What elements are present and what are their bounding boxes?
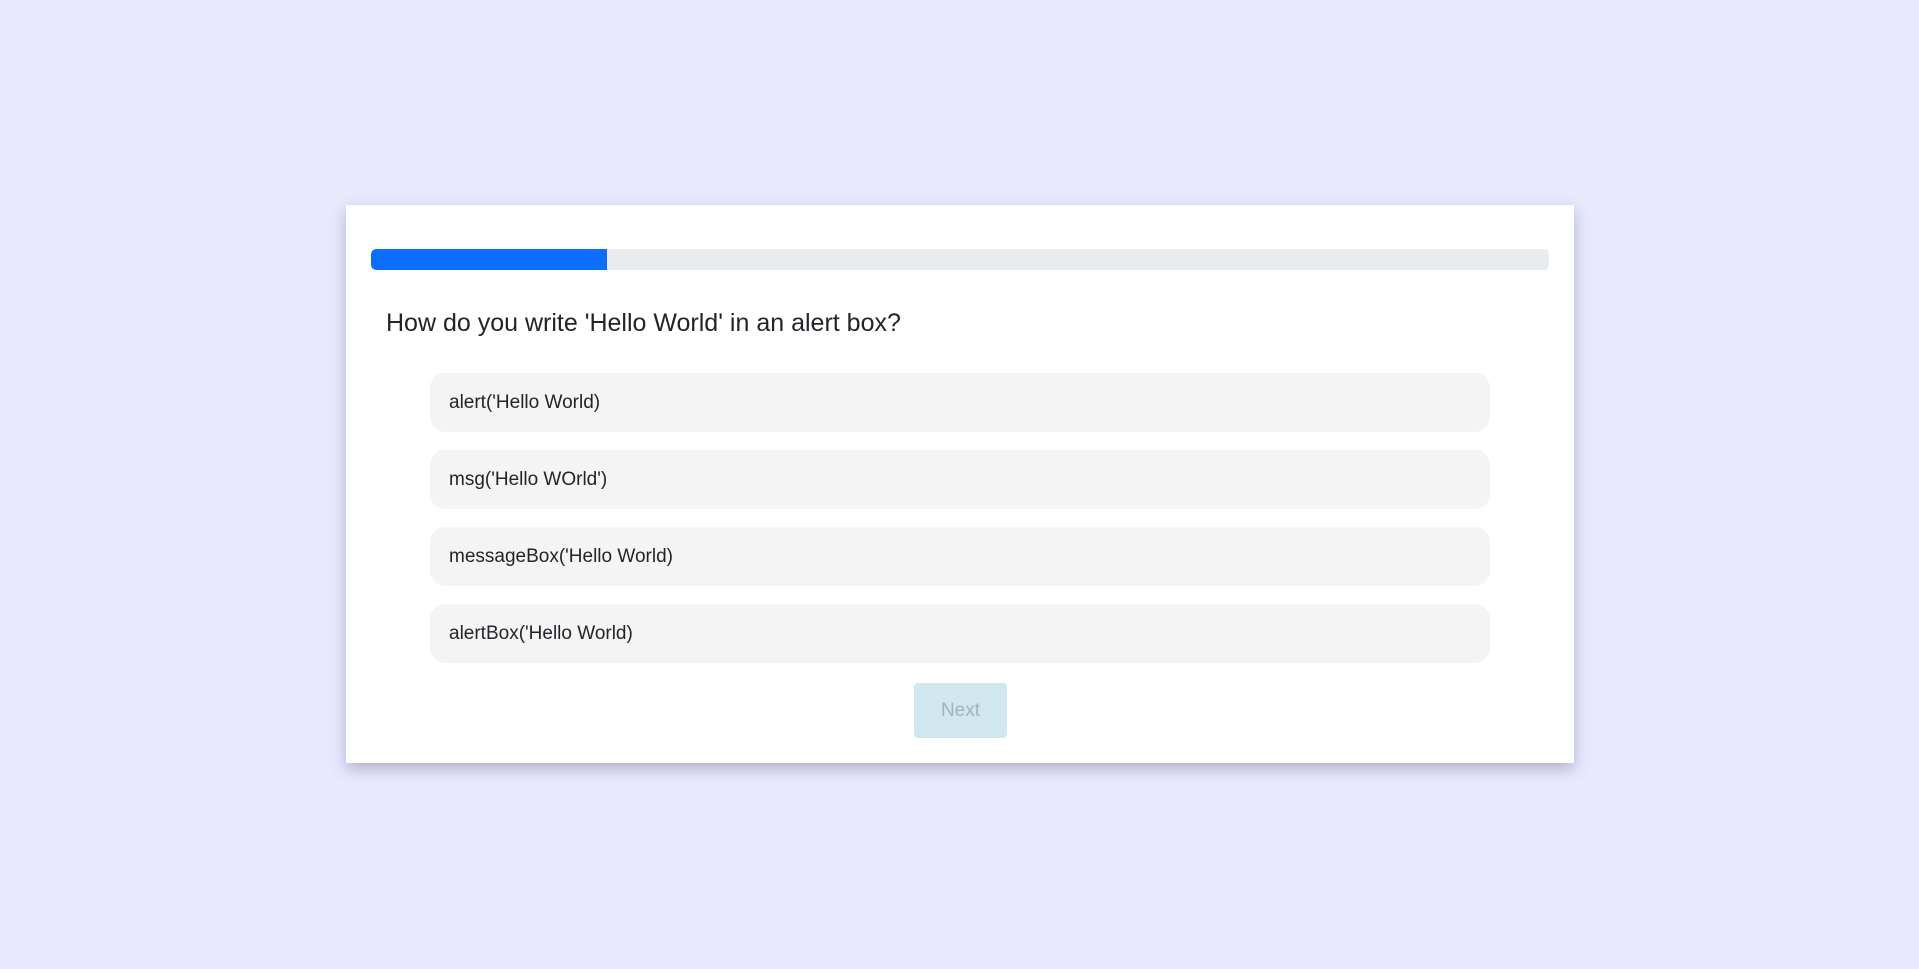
question-text: How do you write 'Hello World' in an ale… <box>386 309 901 337</box>
answer-option-1[interactable]: alert('Hello World) <box>430 373 1490 432</box>
answer-option-4[interactable]: alertBox('Hello World) <box>430 604 1490 663</box>
answer-options: alert('Hello World) msg('Hello WOrld') m… <box>430 373 1490 663</box>
quiz-card: How do you write 'Hello World' in an ale… <box>346 205 1574 763</box>
next-button[interactable]: Next <box>914 683 1007 738</box>
answer-option-3[interactable]: messageBox('Hello World) <box>430 527 1490 586</box>
progress-bar <box>371 249 1549 270</box>
answer-option-2[interactable]: msg('Hello WOrld') <box>430 450 1490 509</box>
progress-bar-fill <box>371 249 607 270</box>
